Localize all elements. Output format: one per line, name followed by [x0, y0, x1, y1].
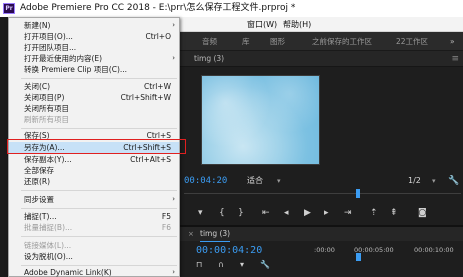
menu-separator: [21, 128, 177, 129]
ruler-label: :00:00: [314, 246, 335, 254]
menu-item-open-team-project[interactable]: 打开团队项目...: [9, 42, 179, 53]
workspace-tab-saved[interactable]: 之前保存的工作区: [312, 32, 372, 51]
menu-item-make-offline[interactable]: 设为脱机(O)...: [9, 251, 179, 262]
timeline-playhead[interactable]: [356, 253, 361, 261]
menu-item-revert[interactable]: 还原(R): [9, 176, 179, 187]
timeline-panel: × timg (3) 00:00:04:20 :00:00 00:00:05:0…: [180, 225, 463, 277]
menu-item-save-as[interactable]: 另存为(A)... Ctrl+Shift+S: [9, 142, 179, 153]
chevron-right-icon: ›: [172, 54, 175, 62]
program-monitor-tab[interactable]: timg (3): [194, 51, 224, 67]
monitor-controls: 00:04:20 适合 ▾ 1/2 ▾ 🔧: [180, 174, 463, 188]
out-point-icon[interactable]: }: [238, 206, 244, 220]
workspace-tab-graphics[interactable]: 图形: [270, 32, 285, 51]
step-back-icon[interactable]: ◂: [284, 206, 289, 220]
menu-item-new[interactable]: 新建(N) ›: [9, 20, 179, 31]
chevron-right-icon: ›: [172, 268, 175, 276]
step-forward-icon[interactable]: ▸: [324, 206, 329, 220]
chevron-down-icon[interactable]: ▾: [277, 174, 281, 188]
program-timecode[interactable]: 00:04:20: [184, 174, 227, 188]
wrench-icon[interactable]: 🔧: [260, 260, 270, 269]
scrub-track: [184, 193, 461, 194]
menu-separator: [21, 208, 177, 209]
menu-item-convert-clip[interactable]: 转换 Premiere Clip 项目(C)...: [9, 64, 179, 75]
playhead[interactable]: [356, 189, 360, 198]
go-to-out-icon[interactable]: ⇥: [344, 206, 352, 220]
menu-item-close[interactable]: 关闭(C) Ctrl+W: [9, 81, 179, 92]
menu-bar: 窗口(W) 帮助(H): [180, 17, 463, 32]
menu-item-save[interactable]: 保存(S) Ctrl+S: [9, 130, 179, 141]
menu-separator: [21, 236, 177, 237]
menu-separator: [21, 190, 177, 191]
playhead-bar[interactable]: [180, 189, 463, 199]
left-panel-edge: [0, 17, 8, 277]
menu-item-save-copy[interactable]: 保存副本(Y)... Ctrl+Alt+S: [9, 154, 179, 165]
resolution-select[interactable]: 1/2: [408, 174, 421, 188]
marker-icon[interactable]: ▾: [240, 260, 244, 269]
menu-help[interactable]: 帮助(H): [283, 17, 311, 32]
program-monitor-tab-row: timg (3) ≡: [180, 51, 463, 67]
premiere-pro-logo-icon: Pr: [3, 3, 15, 14]
snap-icon[interactable]: ⊓: [196, 260, 202, 269]
workspace-tab-22[interactable]: 22工作区: [396, 32, 428, 51]
close-icon[interactable]: ×: [188, 227, 194, 241]
menu-item-link-media: 链接媒体(L)...: [24, 241, 72, 250]
menu-item-close-all-projects[interactable]: 关闭所有项目: [9, 103, 179, 114]
linked-icon[interactable]: ∩: [218, 260, 224, 269]
file-menu: 新建(N) › 打开项目(O)... Ctrl+O 打开团队项目... 打开最近…: [8, 17, 180, 277]
menu-item-open-recent[interactable]: 打开最近使用的内容(E) ›: [9, 53, 179, 64]
play-icon[interactable]: ▶: [304, 206, 311, 220]
chevron-right-icon: ›: [172, 21, 175, 29]
chevron-right-icon: ›: [172, 195, 175, 203]
ruler-label: 00:00:10:00: [414, 246, 454, 254]
menu-item-sync-settings[interactable]: 同步设置 ›: [9, 194, 179, 205]
marker-icon[interactable]: ▾: [198, 206, 203, 220]
workspace-bar: 音频 库 图形 之前保存的工作区 22工作区 »: [180, 32, 463, 51]
transport-controls: ▾ { } ⇤ ◂ ▶ ▸ ⇥ ⇡ ⇞ ◙: [180, 206, 463, 220]
menu-item-save-all[interactable]: 全部保存: [9, 165, 179, 176]
menu-item-open-project[interactable]: 打开项目(O)... Ctrl+O: [9, 31, 179, 42]
menu-separator: [21, 78, 177, 79]
chevron-double-right-icon[interactable]: »: [450, 32, 455, 51]
menu-item-capture[interactable]: 捕捉(T)... F5: [9, 211, 179, 222]
menu-window[interactable]: 窗口(W): [247, 17, 277, 32]
timeline-timecode[interactable]: 00:00:04:20: [196, 245, 262, 256]
menu-separator: [21, 265, 177, 266]
go-to-in-icon[interactable]: ⇤: [262, 206, 270, 220]
wrench-icon[interactable]: 🔧: [448, 174, 459, 188]
fit-select[interactable]: 适合: [247, 174, 263, 188]
chevron-down-icon[interactable]: ▾: [432, 174, 436, 188]
in-point-icon[interactable]: {: [219, 206, 225, 220]
workspace-tab-libraries[interactable]: 库: [242, 32, 250, 51]
workspace-tab-audio[interactable]: 音频: [202, 32, 217, 51]
time-ruler[interactable]: :00:00 00:00:05:00 00:00:10:00: [314, 245, 463, 261]
panel-menu-icon[interactable]: ≡: [451, 51, 459, 67]
window-title: Adobe Premiere Pro CC 2018 - E:\prr\怎么保存…: [20, 3, 296, 13]
export-frame-icon[interactable]: ◙: [418, 206, 427, 220]
menu-item-batch-capture: 批量捕捉(B)... F6: [24, 223, 171, 232]
video-preview: [202, 76, 319, 164]
extract-icon[interactable]: ⇞: [390, 206, 398, 220]
title-bar: Pr Adobe Premiere Pro CC 2018 - E:\prr\怎…: [0, 0, 463, 17]
menu-item-close-project[interactable]: 关闭项目(P) Ctrl+Shift+W: [9, 92, 179, 103]
lift-icon[interactable]: ⇡: [370, 206, 378, 220]
timeline-tab[interactable]: timg (3): [200, 227, 231, 242]
menu-item-refresh-all-projects: 刷新所有项目: [24, 115, 69, 124]
menu-item-dynamic-link[interactable]: Adobe Dynamic Link(K) ›: [9, 267, 179, 277]
timeline-tab-row: × timg (3): [180, 227, 463, 242]
